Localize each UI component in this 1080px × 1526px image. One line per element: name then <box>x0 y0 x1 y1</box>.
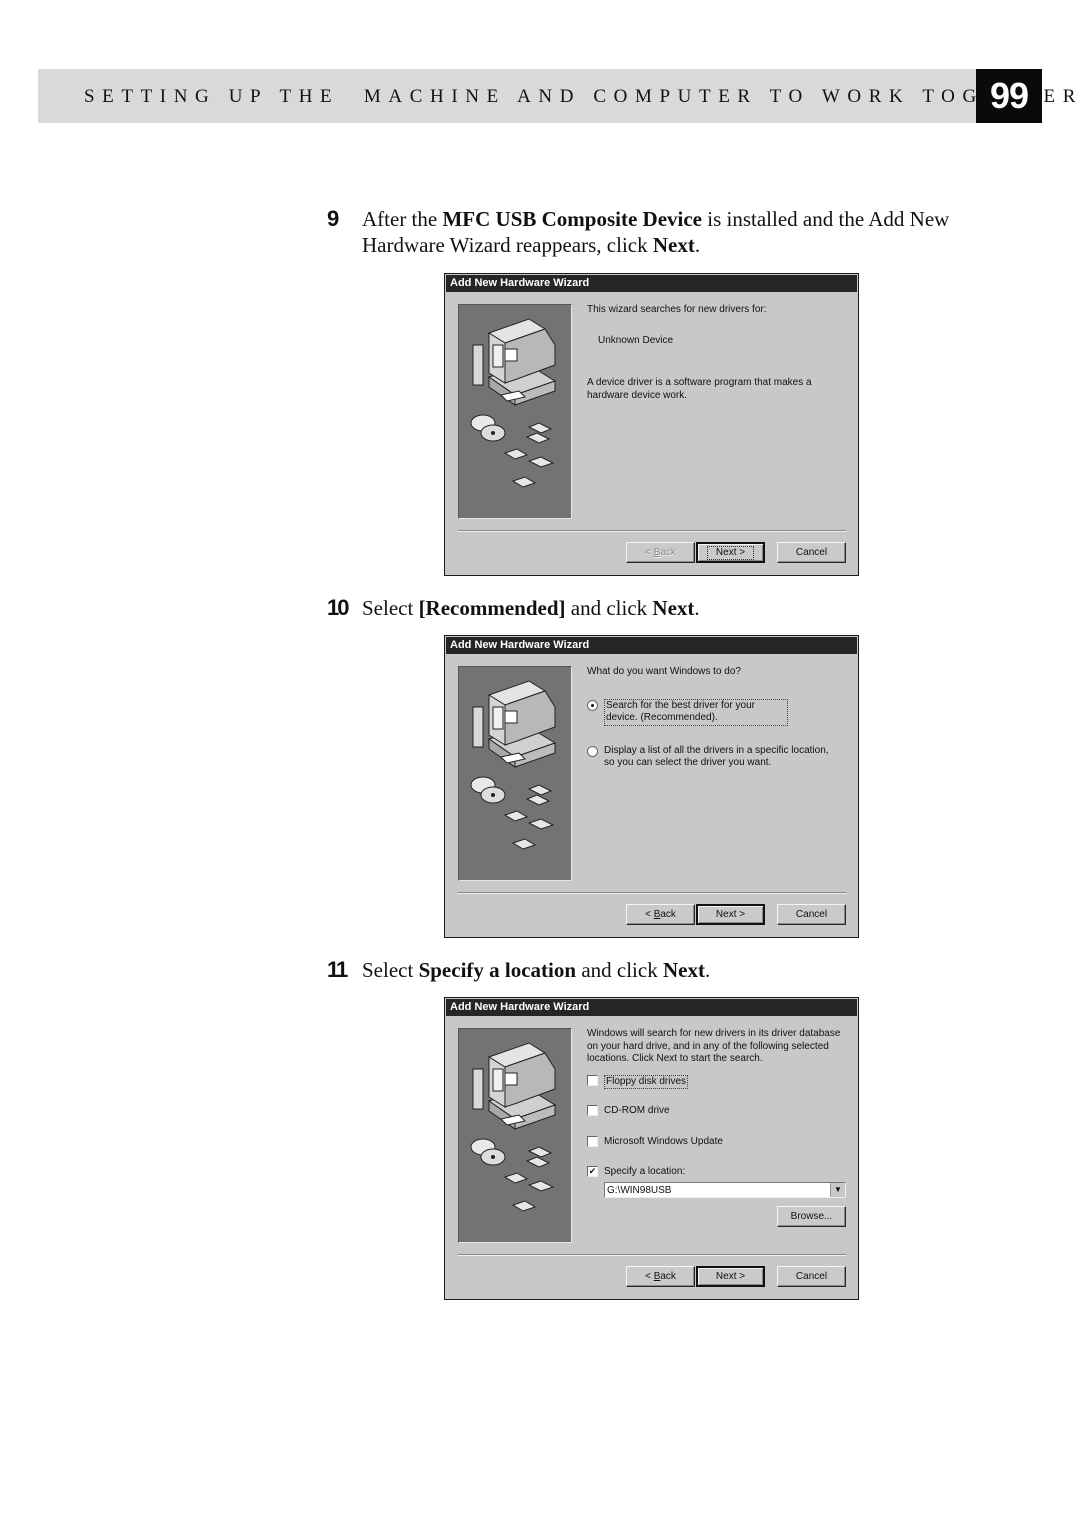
running-header-title: SETTING UP THE MACHINE AND COMPUTER TO W… <box>84 86 1080 107</box>
checkbox-specify-location[interactable]: ✔ Specify a location: <box>587 1165 849 1178</box>
back-button[interactable]: < Back <box>626 542 695 563</box>
separator <box>458 892 846 894</box>
dialog-body: Windows will search for new drivers in i… <box>587 1028 849 1238</box>
intro-text: Windows will search for new drivers in i… <box>587 1028 841 1064</box>
wizard-illustration-icon <box>458 666 572 881</box>
dialog-body: This wizard searches for new drivers for… <box>587 304 849 402</box>
cancel-button[interactable]: Cancel <box>777 1266 846 1287</box>
floppy-disks-icon <box>503 422 555 488</box>
location-value[interactable]: G:\WIN98USB <box>607 1185 671 1196</box>
cancel-button[interactable]: Cancel <box>777 904 846 925</box>
computer-icon <box>472 318 557 406</box>
intro-text: This wizard searches for new drivers for… <box>587 304 767 315</box>
checkbox-floppy[interactable]: Floppy disk drives <box>587 1074 849 1089</box>
radio-selected-icon[interactable] <box>587 699 598 711</box>
checkbox-icon[interactable] <box>587 1104 598 1116</box>
dialog-title-bar: Add New Hardware Wizard <box>446 637 857 654</box>
chevron-down-icon[interactable]: ▼ <box>830 1182 845 1197</box>
step-text: After the MFC USB Composite Device is in… <box>362 207 950 257</box>
next-button[interactable]: Next > <box>696 904 765 925</box>
wizard-dialog-3: Add New Hardware Wizard Windows will sea… <box>444 997 859 1300</box>
checkbox-icon[interactable] <box>587 1135 598 1147</box>
wizard-illustration-icon <box>458 1028 572 1243</box>
next-button[interactable]: Next > <box>696 542 765 563</box>
description-text: A device driver is a software program th… <box>587 377 812 401</box>
radio-option-display-list[interactable]: Display a list of all the drivers in a s… <box>587 745 839 770</box>
checkmark-icon[interactable]: ✔ <box>587 1165 598 1177</box>
page-number: 99 <box>976 69 1042 123</box>
cancel-button[interactable]: Cancel <box>777 542 846 563</box>
radio-unselected-icon[interactable] <box>587 745 598 757</box>
device-name: Unknown Device <box>598 334 674 346</box>
step-text: Select Specify a location and click Next… <box>362 958 711 982</box>
dialog-title-bar: Add New Hardware Wizard <box>446 999 857 1016</box>
cd-disks-icon <box>470 414 506 442</box>
step-number: 9 <box>327 206 339 231</box>
checkbox-icon[interactable] <box>587 1074 598 1086</box>
wizard-dialog-1: Add New Hardware Wizard This wizard sear… <box>444 273 859 576</box>
dialog-title-bar: Add New Hardware Wizard <box>446 275 857 292</box>
browse-button[interactable]: Browse... <box>777 1205 846 1227</box>
question-text: What do you want Windows to do? <box>587 666 741 677</box>
separator <box>458 1254 846 1256</box>
step-number: 11 <box>327 957 348 982</box>
dialog-body: What do you want Windows to do? Search f… <box>587 666 849 770</box>
separator <box>458 530 846 532</box>
location-combobox[interactable]: G:\WIN98USB ▼ <box>604 1181 846 1198</box>
back-button[interactable]: < Back <box>626 904 695 925</box>
checkbox-cdrom[interactable]: CD-ROM drive <box>587 1104 849 1117</box>
back-button[interactable]: < Back <box>626 1266 695 1287</box>
wizard-illustration-icon <box>458 304 572 519</box>
next-button[interactable]: Next > <box>696 1266 765 1287</box>
wizard-dialog-2: Add New Hardware Wizard What do you want… <box>444 635 859 938</box>
radio-option-search[interactable]: Search for the best driver for your devi… <box>587 698 849 726</box>
checkbox-windows-update[interactable]: Microsoft Windows Update <box>587 1135 849 1148</box>
step-number: 10 <box>327 595 350 620</box>
step-text: Select [Recommended] and click Next. <box>362 596 700 620</box>
